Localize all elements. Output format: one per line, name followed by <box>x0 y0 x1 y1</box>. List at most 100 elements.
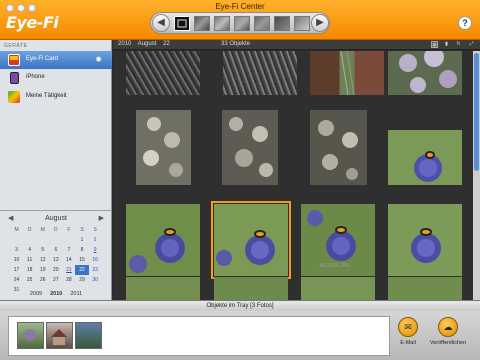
year-link[interactable]: 2010 <box>50 291 62 297</box>
sidebar-item-iphone[interactable]: iPhone <box>0 69 112 87</box>
help-button[interactable]: ? <box>458 16 472 30</box>
scrollbar-thumb[interactable] <box>474 53 479 171</box>
calendar-grid: M D M D F S S 1 2 3 4 5 6 7 8 9 10 11 12 13 14 15 16 17 1… <box>10 225 102 295</box>
calendar-day[interactable]: 23 <box>89 265 102 275</box>
calendar-day[interactable]: 22 <box>75 265 89 275</box>
photo-thumbnail[interactable] <box>126 277 200 300</box>
calendar-day[interactable]: 18 <box>23 265 36 275</box>
object-count: 33 Objekte <box>221 41 251 47</box>
nav-thumbnail[interactable] <box>234 16 250 31</box>
sidebar-header: GERÄTE <box>4 43 28 49</box>
weekday-label: F <box>67 227 71 233</box>
photo-thumbnail[interactable] <box>388 204 462 276</box>
calendar-day[interactable]: 20 <box>49 265 62 275</box>
calendar-day[interactable]: 30 <box>89 275 102 285</box>
expand-icon[interactable]: ⤢ <box>468 41 475 48</box>
calendar-day[interactable]: 24 <box>10 275 23 285</box>
calendar-day[interactable]: 8 <box>75 245 88 255</box>
photo-thumbnail[interactable] <box>222 110 278 185</box>
nav-thumbnail[interactable] <box>294 16 310 31</box>
calendar-day[interactable]: 12 <box>36 255 49 265</box>
calendar-day[interactable]: 2 <box>89 235 102 245</box>
calendar-day[interactable]: 29 <box>75 275 88 285</box>
date-breadcrumb: 2010 August 22 <box>118 41 170 47</box>
calendar-day[interactable]: 19 <box>36 265 49 275</box>
calendar-years: 2009 2010 2011 <box>0 291 112 297</box>
tray-photo[interactable] <box>17 322 44 349</box>
calendar-next-icon[interactable]: ▶ <box>99 214 104 222</box>
calendar-week-row: 10 11 12 13 14 15 16 <box>10 255 102 265</box>
eyefi-card-icon <box>8 54 20 66</box>
photo-thumbnail[interactable] <box>310 110 367 185</box>
photo-thumbnail[interactable] <box>388 130 462 185</box>
nav-thumbnail[interactable] <box>214 16 230 31</box>
calendar-day[interactable]: 17 <box>10 265 23 275</box>
calendar-day[interactable]: 25 <box>23 275 36 285</box>
calendar-day[interactable]: 6 <box>49 245 62 255</box>
calendar-day[interactable]: 10 <box>10 255 23 265</box>
publish-label: Veröffentlichen <box>429 340 467 346</box>
calendar-day[interactable]: 1 <box>75 235 88 245</box>
tray-photo[interactable] <box>46 322 73 349</box>
calendar-day[interactable]: 11 <box>23 255 36 265</box>
calendar-day[interactable]: 9 <box>89 245 102 255</box>
calendar-day[interactable]: 7 <box>62 245 75 255</box>
photo-thumbnail[interactable] <box>223 51 297 95</box>
calendar-day[interactable]: 26 <box>36 275 49 285</box>
photo-thumbnail[interactable] <box>214 277 288 300</box>
nav-thumbnail[interactable] <box>254 16 270 31</box>
nav-thumbnail[interactable] <box>194 16 210 31</box>
gear-icon[interactable]: ✹ <box>95 55 102 64</box>
calendar-day[interactable]: 28 <box>62 275 75 285</box>
sidebar-item-eyefi-card[interactable]: Eye-Fi Card ✹ <box>0 51 112 69</box>
app-window: Eye-Fi Center Eye-Fi ◀ ▶ ? GERÄTE Eye-Fi… <box>0 0 480 360</box>
year-link[interactable]: 2009 <box>30 291 42 297</box>
calendar-day[interactable]: 21 <box>62 265 75 275</box>
calendar-day[interactable]: 4 <box>23 245 36 255</box>
photo-thumbnail[interactable] <box>388 277 462 300</box>
date-day[interactable]: 22 <box>163 41 170 47</box>
tray-drop-area[interactable] <box>8 316 390 356</box>
sidebar-item-activity[interactable]: Meine Tätigkeit <box>0 88 112 106</box>
email-action[interactable]: ✉ E-Mail <box>388 317 428 346</box>
calendar-day[interactable]: 5 <box>36 245 49 255</box>
tray-photo[interactable] <box>75 322 102 349</box>
calendar-week-row: 24 25 26 27 28 29 30 <box>10 275 102 285</box>
rotate-icon[interactable]: ↻ <box>455 41 462 48</box>
weekday-label: M <box>40 227 45 233</box>
tray: ✉ E-Mail ☁ Veröffentlichen <box>0 311 480 360</box>
photo-grid-scrollbar[interactable] <box>473 51 480 300</box>
calendar-day[interactable]: 14 <box>62 255 75 265</box>
nav-thumbnail[interactable] <box>274 16 290 31</box>
calendar: ◀ August ▶ M D M D F S S 1 2 3 4 5 6 7 8 9 10 11 12… <box>0 210 112 300</box>
calendar-month: August <box>45 215 67 222</box>
nav-thumbnail[interactable] <box>174 16 190 31</box>
photo-thumbnail[interactable] <box>301 277 375 300</box>
date-month[interactable]: August <box>138 41 157 47</box>
calendar-day[interactable]: 13 <box>49 255 62 265</box>
date-year[interactable]: 2010 <box>118 41 131 47</box>
photo-thumbnail[interactable] <box>136 110 191 185</box>
tray-header: Objekte im Tray [3 Fotos] <box>0 300 480 311</box>
calendar-day[interactable]: 27 <box>49 275 62 285</box>
publish-action[interactable]: ☁ Veröffentlichen <box>428 317 468 346</box>
year-link[interactable]: 2011 <box>70 291 82 297</box>
photo-caption: _MG5926.JPG <box>317 263 351 269</box>
grid-view-icon[interactable]: ▦ <box>431 41 438 48</box>
photo-thumbnail[interactable] <box>126 204 200 276</box>
publish-icon: ☁ <box>438 317 458 337</box>
calendar-day[interactable]: 3 <box>10 245 23 255</box>
forward-arrow-icon[interactable]: ▶ <box>311 14 329 32</box>
back-arrow-icon[interactable]: ◀ <box>152 14 170 32</box>
photo-thumbnail[interactable] <box>126 51 200 95</box>
calendar-day[interactable]: 16 <box>89 255 102 265</box>
zoom-icon[interactable]: ▮ <box>443 41 450 48</box>
sidebar: GERÄTE Eye-Fi Card ✹ iPhone Meine Tätigk… <box>0 40 112 300</box>
photo-thumbnail[interactable] <box>388 51 462 95</box>
calendar-empty-cell <box>36 235 49 245</box>
weekday-label: S <box>80 227 84 233</box>
photo-thumbnail-selected[interactable] <box>211 201 291 279</box>
calendar-day[interactable]: 15 <box>75 255 88 265</box>
iphone-icon <box>10 72 19 84</box>
photo-thumbnail[interactable] <box>310 51 384 96</box>
